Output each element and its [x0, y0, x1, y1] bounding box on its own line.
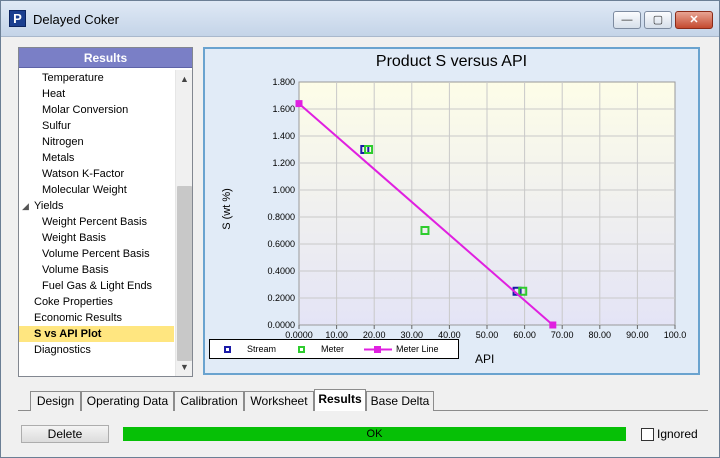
x-tick-label: 30.00 [401, 330, 424, 339]
legend-line-swatch [364, 346, 392, 354]
maximize-button[interactable]: ▢ [644, 11, 672, 29]
tab-base-delta[interactable]: Base Delta [366, 391, 434, 411]
x-tick-label: 80.00 [589, 330, 612, 339]
legend-swatch [224, 346, 231, 354]
y-tick-label: 0.2000 [267, 293, 295, 303]
meter-line-point [295, 100, 303, 108]
expanded-arrow-icon[interactable]: ◢ [22, 198, 34, 214]
scroll-down-icon[interactable]: ▼ [176, 360, 193, 374]
tab-calibration[interactable]: Calibration [174, 391, 244, 411]
app-window: P Delayed Coker — ▢ ✕ Results Temperatur… [0, 0, 720, 458]
ignored-checkbox[interactable]: Ignored [641, 427, 698, 442]
tab-worksheet[interactable]: Worksheet [244, 391, 314, 411]
tree-item-nitrogen[interactable]: Nitrogen [19, 134, 174, 150]
x-axis-title: API [475, 352, 495, 366]
x-tick-label: 60.00 [513, 330, 536, 339]
close-button[interactable]: ✕ [675, 11, 713, 29]
chart-legend: Stream Meter Meter Line [209, 339, 459, 359]
tree-list: Temperature Heat Molar Conversion Sulfur… [19, 70, 174, 358]
tree-item-yields[interactable]: ◢ Yields [19, 198, 174, 214]
x-tick-label: 40.00 [438, 330, 461, 339]
tree-item-fuel-gas-light-ends[interactable]: Fuel Gas & Light Ends [19, 278, 174, 294]
tree-item-coke-properties[interactable]: Coke Properties [19, 294, 174, 310]
chart-panel: Product S versus API S (wt %) 0.0000 0.20… [203, 47, 700, 375]
scroll-up-icon[interactable]: ▲ [176, 72, 193, 86]
tree-item-diagnostics[interactable]: Diagnostics [19, 342, 174, 358]
tree-item-watson-k-factor[interactable]: Watson K-Factor [19, 166, 174, 182]
app-logo-icon: P [9, 10, 26, 27]
x-tick-label: 0.0000 [285, 330, 313, 339]
y-tick-label: 0.8000 [267, 212, 295, 222]
legend-item-meter-line: Meter Line [364, 344, 439, 354]
tree-item-s-vs-api-plot[interactable]: S vs API Plot [19, 326, 174, 342]
tree-item-sulfur[interactable]: Sulfur [19, 118, 174, 134]
legend-swatch [298, 346, 305, 354]
results-tree: Results Temperature Heat Molar Conversio… [18, 47, 193, 377]
tree-item-temperature[interactable]: Temperature [19, 70, 174, 86]
tree-item-economic-results[interactable]: Economic Results [19, 310, 174, 326]
tree-item-molar-conversion[interactable]: Molar Conversion [19, 102, 174, 118]
meter-line-point [549, 321, 557, 329]
y-tick-label: 1.200 [272, 158, 295, 168]
legend-label: Meter [321, 344, 345, 354]
delete-button[interactable]: Delete [21, 425, 109, 443]
scrollbar-thumb[interactable] [177, 186, 192, 361]
tree-scrollbar[interactable]: ▲ ▼ [175, 70, 192, 376]
tab-design[interactable]: Design [30, 391, 81, 411]
legend-item-stream: Stream [224, 344, 276, 354]
y-tick-label: 0.4000 [267, 266, 295, 276]
tree-item-weight-percent-basis[interactable]: Weight Percent Basis [19, 214, 174, 230]
x-tick-label: 70.00 [551, 330, 574, 339]
status-bar: OK [123, 427, 626, 441]
x-tick-label: 20.00 [363, 330, 386, 339]
legend-label: Stream [247, 344, 277, 354]
tree-header: Results [19, 48, 192, 68]
title-bar: P Delayed Coker — ▢ ✕ [1, 1, 719, 37]
x-tick-label: 90.00 [626, 330, 649, 339]
x-tick-label: 10.00 [325, 330, 348, 339]
plot-area: 0.0000 0.2000 0.4000 0.6000 0.8000 1.000 1.200… [267, 77, 687, 339]
x-tick-label: 100.0 [664, 330, 687, 339]
x-tick-label: 50.00 [476, 330, 499, 339]
y-tick-label: 1.600 [272, 104, 295, 114]
tab-operating-data[interactable]: Operating Data [81, 391, 174, 411]
tab-results[interactable]: Results [314, 389, 366, 411]
tree-item-metals[interactable]: Metals [19, 150, 174, 166]
y-tick-label: 1.800 [272, 77, 295, 87]
y-tick-label: 0.0000 [267, 320, 295, 330]
tree-item-volume-percent-basis[interactable]: Volume Percent Basis [19, 246, 174, 262]
y-tick-label: 1.000 [272, 185, 295, 195]
tree-item-volume-basis[interactable]: Volume Basis [19, 262, 174, 278]
legend-item-meter: Meter [298, 344, 344, 354]
window-title: Delayed Coker [33, 12, 119, 27]
y-tick-label: 0.6000 [267, 239, 295, 249]
y-tick-label: 1.400 [272, 131, 295, 141]
ignored-label: Ignored [657, 427, 698, 441]
checkbox-box[interactable] [641, 428, 654, 442]
tree-item-label: Yields [34, 200, 64, 212]
legend-label: Meter Line [396, 344, 439, 354]
tree-item-molecular-weight[interactable]: Molecular Weight [19, 182, 174, 198]
tree-item-weight-basis[interactable]: Weight Basis [19, 230, 174, 246]
tree-item-heat[interactable]: Heat [19, 86, 174, 102]
minimize-button[interactable]: — [613, 11, 641, 29]
